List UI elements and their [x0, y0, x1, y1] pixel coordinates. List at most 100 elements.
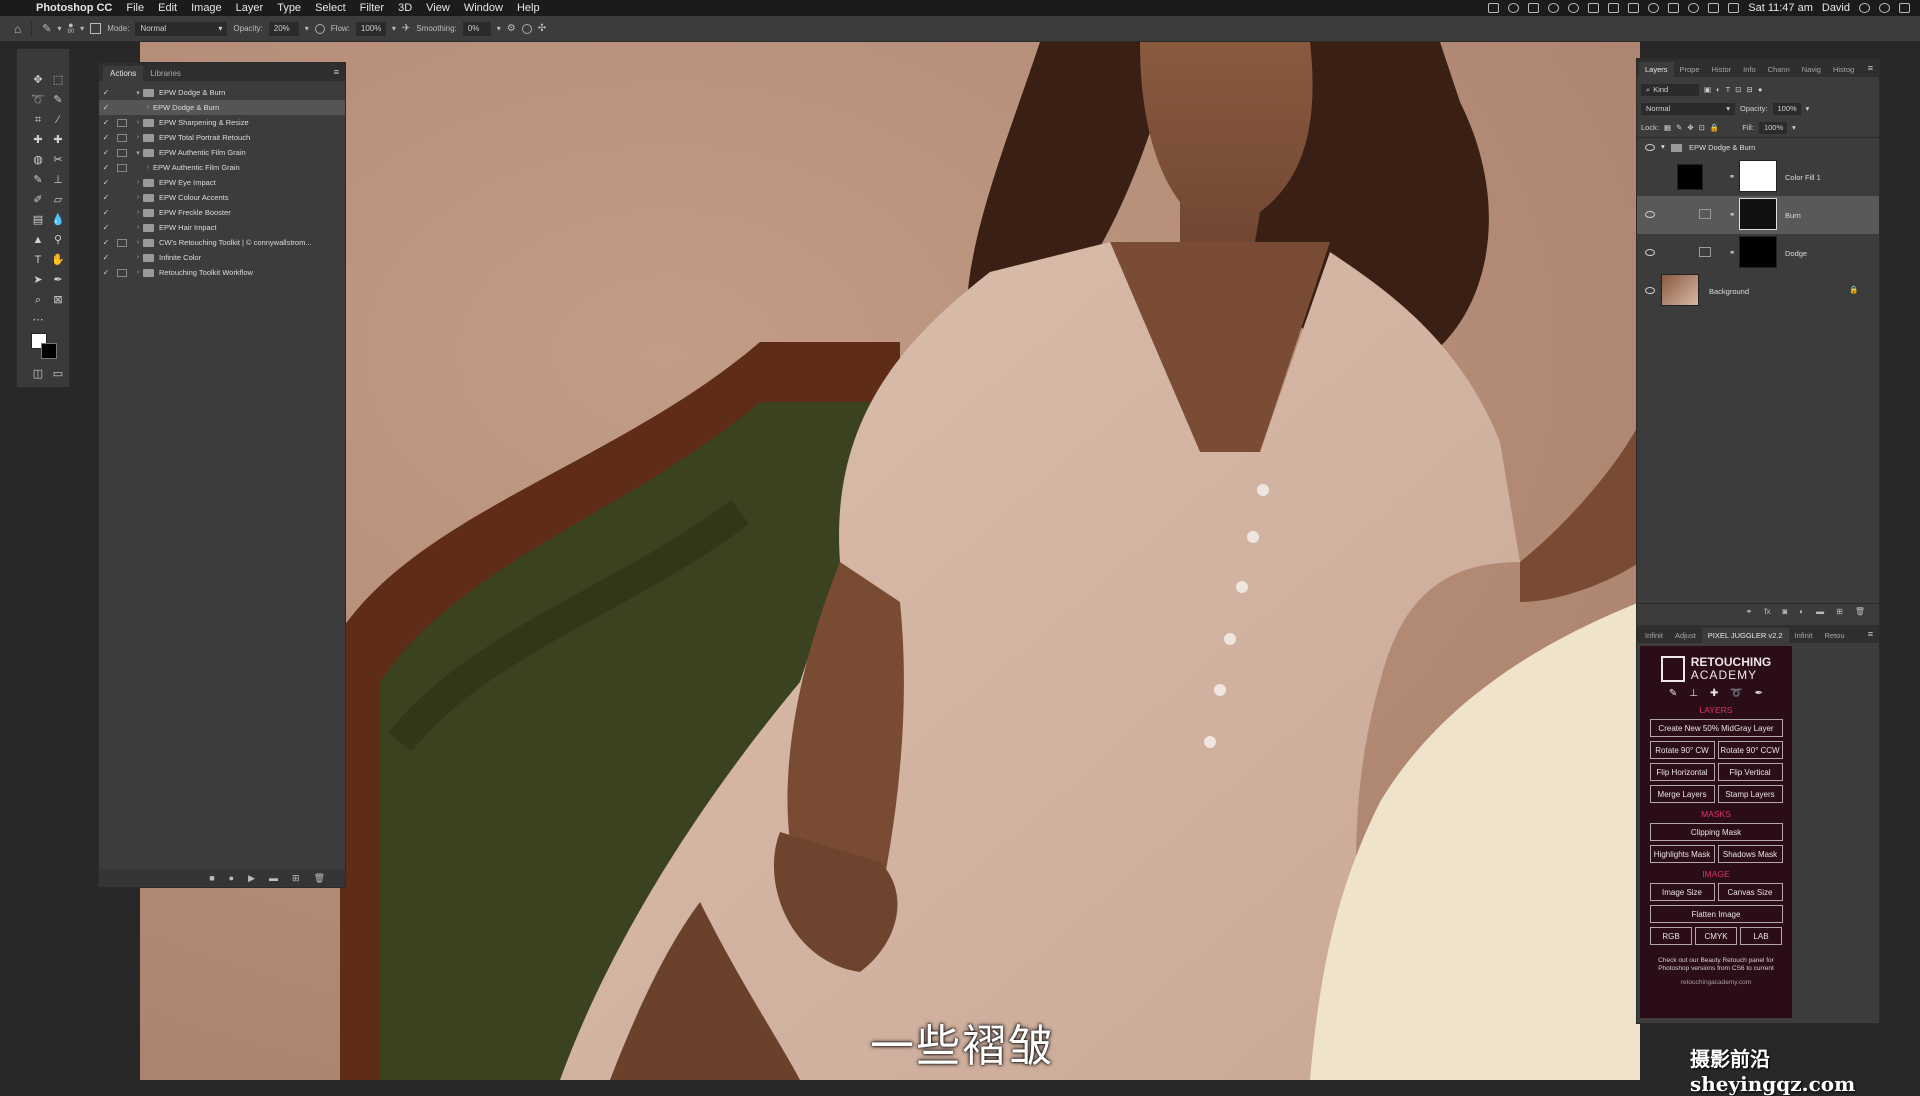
menubar-clock[interactable]: Sat 11:47 am [1748, 2, 1813, 14]
action-row[interactable]: ✓ › Infinite Color [99, 250, 345, 265]
chevron-right-icon[interactable]: › [143, 104, 153, 111]
frame-tool-icon[interactable]: ⊠ [51, 293, 65, 307]
shape-tool-icon[interactable]: ✒ [51, 273, 65, 287]
chevron-down-icon[interactable]: ▾ [392, 24, 396, 33]
lock-image-icon[interactable]: ✎ [1676, 123, 1682, 132]
flatten-image-button[interactable]: Flatten Image [1649, 905, 1783, 923]
shape-filter-icon[interactable]: ⊡ [1735, 85, 1741, 94]
tab-histogram[interactable]: Histog [1827, 62, 1860, 77]
chevron-right-icon[interactable]: › [133, 134, 143, 141]
home-icon[interactable]: ⌂ [14, 22, 21, 36]
menu-filter[interactable]: Filter [360, 2, 384, 14]
action-toggle-checkbox[interactable]: ✓ [99, 238, 113, 247]
stamp-icon[interactable]: ⊥ [1689, 688, 1698, 699]
siri-icon[interactable] [1879, 3, 1890, 13]
new-layer-icon[interactable]: ⊞ [1836, 607, 1843, 616]
tab-info[interactable]: Info [1737, 62, 1762, 77]
tab-navigator[interactable]: Navig [1796, 62, 1827, 77]
blend-mode-select[interactable]: Normal ▾ [135, 21, 228, 36]
smart-object-filter-icon[interactable]: ⊟ [1747, 85, 1753, 94]
tab-pixel-juggler[interactable]: PIXEL JUGGLER v2.2 [1701, 628, 1789, 643]
chevron-down-icon[interactable]: ▾ [133, 149, 143, 157]
dialog-toggle-icon[interactable] [117, 133, 127, 142]
dialog-toggle-icon[interactable] [117, 224, 127, 232]
pen-tool-icon[interactable]: ▲ [31, 233, 45, 247]
menu-type[interactable]: Type [277, 2, 301, 14]
visibility-eye-icon[interactable] [1645, 211, 1655, 218]
airbrush-icon[interactable]: ✈ [402, 23, 410, 34]
new-action-icon[interactable]: ⊞ [292, 873, 300, 884]
settings-gear-icon[interactable] [1548, 3, 1560, 13]
crop-tool-icon[interactable]: ⌗ [31, 113, 45, 127]
dialog-toggle-icon[interactable] [117, 238, 127, 247]
tab-layers[interactable]: Layers [1639, 62, 1674, 77]
website-link[interactable]: retouchingacademy.com [1681, 979, 1751, 986]
flip-vertical-button[interactable]: Flip Vertical [1717, 763, 1783, 781]
lasso-tool-icon[interactable]: ➰ [31, 93, 45, 107]
layer-group-row[interactable]: ▾ EPW Dodge & Burn [1637, 138, 1879, 158]
tab-libraries[interactable]: Libraries [143, 66, 188, 81]
action-row[interactable]: ✓ › Retouching Toolkit Workflow [99, 265, 345, 280]
menu-view[interactable]: View [426, 2, 450, 14]
filter-toggle-icon[interactable]: ● [1758, 85, 1763, 94]
healing-icon[interactable]: ✚ [1710, 688, 1718, 699]
new-set-folder-icon[interactable]: ▬ [269, 873, 278, 883]
panel-menu-icon[interactable]: ≡ [1868, 629, 1873, 639]
lock-all-icon[interactable]: 🔒 [1710, 123, 1719, 132]
smoothing-field[interactable]: 0% [462, 21, 491, 36]
blur-tool-icon[interactable]: 💧 [51, 213, 65, 227]
cloud-icon[interactable] [1588, 3, 1600, 13]
brush-tool-icon[interactable]: ✎ [42, 22, 51, 35]
tab-infinite-2[interactable]: Infinit [1789, 628, 1819, 643]
merge-layers-button[interactable]: Merge Layers [1649, 785, 1715, 803]
screen-record-icon[interactable] [1488, 3, 1500, 13]
dialog-toggle-icon[interactable] [117, 118, 127, 127]
screen-mode-icon[interactable]: ▭ [51, 367, 65, 381]
stop-icon[interactable]: ■ [209, 873, 214, 883]
marquee-tool-icon[interactable]: ⬚ [51, 73, 65, 87]
pressure-size-icon[interactable] [521, 23, 532, 34]
action-row[interactable]: ✓ › EPW Sharpening & Resize [99, 115, 345, 130]
brush-preset-picker[interactable]: ● 90 [67, 20, 74, 36]
visibility-eye-icon[interactable] [1645, 287, 1655, 294]
patch-tool-icon[interactable]: ◍ [31, 153, 45, 167]
action-row[interactable]: ✓ › EPW Hair Impact [99, 220, 345, 235]
gradient-tool-icon[interactable]: ▤ [31, 213, 45, 227]
layer-row[interactable]: ⚭ Burn [1637, 196, 1879, 234]
record-icon[interactable]: ● [229, 873, 234, 883]
action-toggle-checkbox[interactable]: ✓ [99, 88, 113, 97]
action-toggle-checkbox[interactable]: ✓ [99, 193, 113, 202]
action-row[interactable]: ✓ ▾ EPW Authentic Film Grain [99, 145, 345, 160]
add-mask-icon[interactable]: ◙ [1782, 607, 1787, 616]
background-color-swatch[interactable] [41, 343, 57, 359]
brush-tool-icon[interactable]: ✎ [31, 173, 45, 187]
chevron-down-icon[interactable]: ▾ [1661, 142, 1665, 151]
tab-infinite[interactable]: Infinit [1639, 628, 1669, 643]
type-tool-icon[interactable]: T [31, 253, 45, 267]
lab-button[interactable]: LAB [1740, 927, 1782, 945]
action-toggle-checkbox[interactable]: ✓ [99, 148, 113, 157]
clone-stamp-tool-icon[interactable]: ⊥ [51, 173, 65, 187]
dropbox-icon[interactable] [1528, 3, 1540, 13]
quick-mask-icon[interactable]: ◫ [31, 367, 45, 381]
clipping-mask-button[interactable]: Clipping Mask [1649, 823, 1783, 841]
notification-center-icon[interactable] [1899, 3, 1910, 13]
action-toggle-checkbox[interactable]: ✓ [99, 268, 113, 277]
chevron-down-icon[interactable]: ▾ [133, 89, 143, 97]
action-row[interactable]: ✓ › EPW Authentic Film Grain [99, 160, 345, 175]
chevron-down-icon[interactable]: ▾ [57, 24, 61, 33]
dialog-toggle-icon[interactable] [117, 104, 127, 112]
history-brush-tool-icon[interactable]: ✐ [31, 193, 45, 207]
layer-row[interactable]: Background 🔒 [1637, 272, 1879, 310]
dodge-tool-icon[interactable]: ⚲ [51, 233, 65, 247]
chevron-right-icon[interactable]: › [133, 194, 143, 201]
menubar-user[interactable]: David [1822, 2, 1850, 14]
pixel-filter-icon[interactable]: ▣ [1704, 85, 1711, 94]
chevron-right-icon[interactable]: › [133, 269, 143, 276]
menu-file[interactable]: File [126, 2, 144, 14]
action-toggle-checkbox[interactable]: ✓ [99, 223, 113, 232]
new-group-icon[interactable]: ▬ [1816, 607, 1824, 616]
lock-artboard-icon[interactable]: ⊡ [1699, 123, 1705, 132]
pen-icon[interactable]: ✒ [1755, 688, 1763, 699]
more-tools-icon[interactable]: ⋯ [31, 313, 45, 327]
